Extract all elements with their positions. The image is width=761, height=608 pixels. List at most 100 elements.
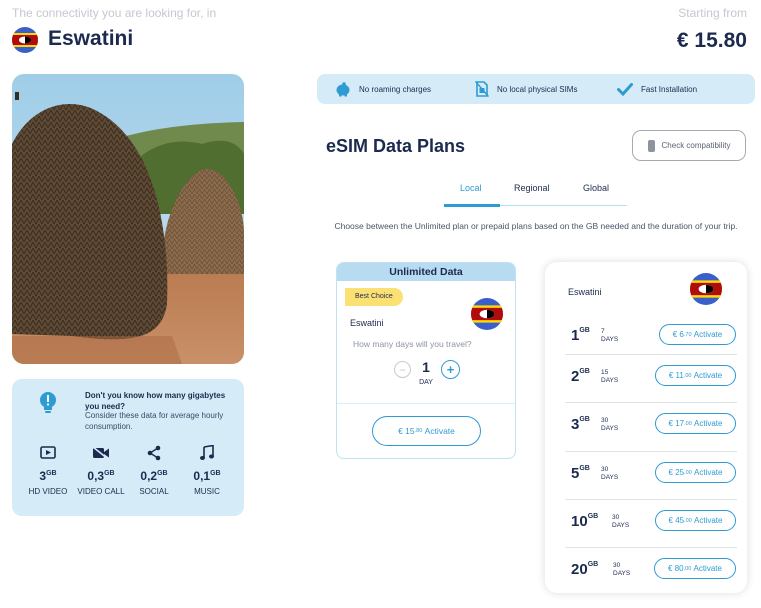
plan-row: 20GB 30 DAYS € 80.00 Activate: [565, 547, 737, 595]
price-main: € 80: [668, 564, 684, 573]
plan-gb-unit: GB: [587, 561, 599, 568]
activate-label: Activate: [694, 516, 723, 525]
usage-music: 0,1GB MUSIC: [182, 443, 232, 496]
plan-row: 5GB 30 DAYS € 25.00 Activate: [565, 451, 737, 499]
usage-hd-video: 3GB HD VIDEO: [23, 443, 73, 496]
price-cents: .70: [683, 331, 692, 338]
plan-days-label: DAYS: [601, 425, 619, 432]
active-tab-indicator: [444, 204, 500, 207]
price-cents: .00: [684, 517, 692, 524]
plan-activate-button[interactable]: € 17.00 Activate: [655, 413, 736, 434]
feature-label: No roaming charges: [359, 84, 432, 94]
page-tagline: The connectivity you are looking for, in: [12, 6, 217, 20]
price-cents: .00: [684, 469, 692, 476]
plan-days: 7: [601, 328, 605, 335]
increase-days-button[interactable]: +: [441, 360, 460, 379]
best-choice-badge: Best Choice: [345, 288, 403, 306]
tab-local[interactable]: Local: [460, 183, 482, 193]
plan-activate-button[interactable]: € 80.00 Activate: [654, 558, 736, 579]
usage-unit: GB: [46, 470, 57, 477]
usage-unit: GB: [210, 470, 221, 477]
activate-label: Activate: [694, 468, 723, 477]
plan-days-label: DAYS: [612, 522, 630, 529]
check-compatibility-label: Check compatibility: [661, 141, 731, 150]
price-main: € 45: [668, 516, 685, 525]
tab-regional[interactable]: Regional: [514, 183, 550, 193]
price-main: € 6: [672, 330, 684, 339]
plan-gb-unit: GB: [579, 368, 590, 375]
activate-label: Activate: [424, 426, 455, 436]
activate-label: Activate: [693, 330, 723, 339]
plan-days-label: DAYS: [613, 570, 631, 577]
check-compatibility-button[interactable]: Check compatibility: [632, 130, 746, 161]
usage-video-call: 0,3GB VIDEO CALL: [76, 443, 126, 496]
plan-gb-unit: GB: [587, 513, 599, 520]
feature-label: Fast Installation: [641, 84, 698, 94]
usage-value: 0,1: [193, 469, 211, 483]
days-question: How many days will you travel?: [353, 339, 472, 349]
usage-label: VIDEO CALL: [77, 487, 125, 496]
feature-no-sim: No local physical SIMs: [475, 74, 577, 104]
plan-gb: 20: [571, 561, 588, 578]
eswatini-flag-icon: [471, 298, 503, 330]
plan-activate-button[interactable]: € 25.00 Activate: [655, 462, 736, 483]
price-main: € 15: [398, 426, 415, 436]
unlimited-activate-button[interactable]: € 15.80 Activate: [372, 416, 481, 446]
starting-from-label: Starting from: [678, 6, 747, 20]
activate-label: Activate: [693, 564, 722, 573]
plan-gb-unit: GB: [579, 465, 590, 472]
plan-row: 3GB 30 DAYS € 17.00 Activate: [565, 402, 737, 450]
days-value: 1: [422, 359, 430, 375]
plan-activate-button[interactable]: € 6.70 Activate: [659, 324, 736, 345]
data-usage-info-box: Don't you know how many gigabytes you ne…: [12, 379, 244, 516]
no-sim-icon: [475, 81, 489, 97]
days-unit: DAY: [419, 379, 433, 386]
eswatini-flag-icon: [12, 27, 38, 53]
checkmark-icon: [617, 82, 633, 96]
piggy-bank-icon: [335, 81, 351, 97]
page-title: Eswatini: [48, 27, 134, 50]
features-bar: No roaming charges No local physical SIM…: [317, 74, 755, 104]
music-note-icon: [182, 443, 232, 463]
price-main: € 25: [668, 468, 685, 477]
plan-days: 15: [601, 369, 609, 376]
info-subtitle: Consider these data for average hourly c…: [85, 411, 224, 431]
decrease-days-button[interactable]: −: [394, 361, 411, 378]
price-main: € 11: [668, 371, 684, 380]
plan-activate-button[interactable]: € 45.00 Activate: [655, 510, 736, 531]
usage-social: 0,2GB SOCIAL: [129, 443, 179, 496]
plan-days: 30: [612, 514, 620, 521]
usage-unit: GB: [104, 470, 115, 477]
plan-gb-unit: GB: [579, 416, 590, 423]
plan-row: 2GB 15 DAYS € 11.00 Activate: [565, 354, 737, 402]
prepaid-plans-card: Eswatini 1GB 7 DAYS € 6.70 Activate 2GB 1…: [545, 262, 747, 593]
video-camera-icon: [76, 443, 126, 463]
price-cents: .00: [683, 372, 692, 379]
phone-icon: [647, 139, 655, 152]
plan-days-label: DAYS: [601, 474, 619, 481]
plan-gb: 10: [571, 513, 588, 530]
feature-fast-install: Fast Installation: [617, 74, 697, 104]
plans-description: Choose between the Unlimited plan or pre…: [334, 221, 738, 231]
plan-days: 30: [601, 466, 609, 473]
usage-label: HD VIDEO: [28, 487, 68, 496]
destination-photo: [12, 74, 244, 364]
plan-days: 30: [613, 562, 621, 569]
usage-value: 0,3: [87, 469, 105, 483]
lightbulb-icon: [39, 392, 57, 421]
prepaid-country: Eswatini: [568, 287, 602, 297]
eswatini-flag-icon: [690, 273, 722, 305]
info-question: Don't you know how many gigabytes you ne…: [85, 391, 226, 411]
starting-price: € 15.80: [676, 29, 747, 52]
tab-global[interactable]: Global: [583, 183, 609, 193]
plan-activate-button[interactable]: € 11.00 Activate: [655, 365, 736, 386]
plans-title: eSIM Data Plans: [326, 136, 466, 156]
play-icon: [23, 443, 73, 463]
card-divider: [337, 403, 515, 404]
plan-days-label: DAYS: [601, 336, 619, 343]
plan-days: 30: [601, 417, 609, 424]
usage-unit: GB: [157, 470, 168, 477]
usage-label: SOCIAL: [139, 487, 169, 496]
price-cents: .00: [683, 565, 692, 572]
price-cents: .00: [684, 420, 692, 427]
